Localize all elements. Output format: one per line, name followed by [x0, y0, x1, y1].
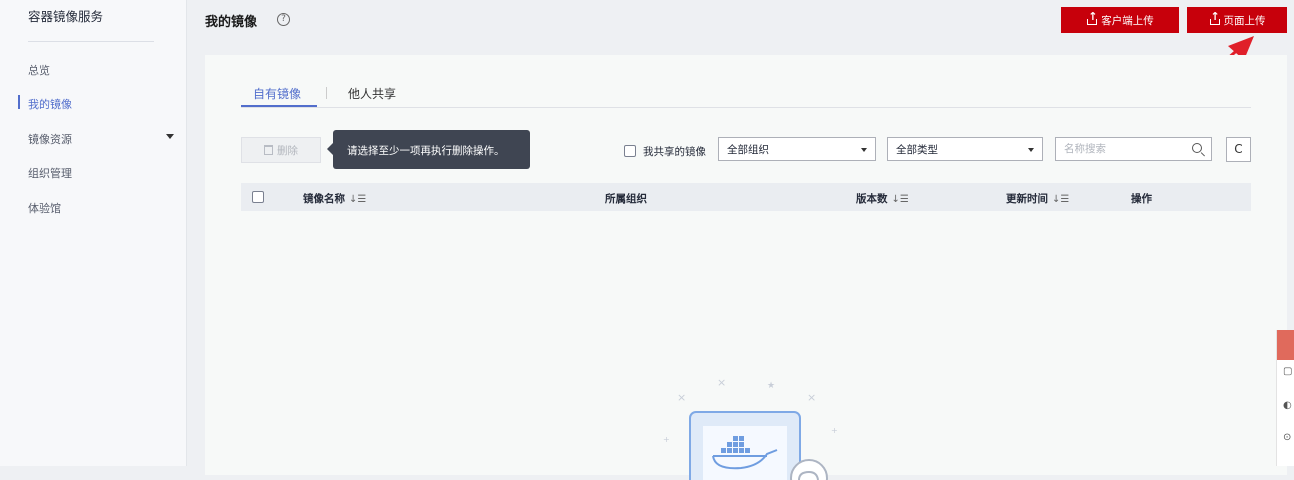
delete-label: 删除: [277, 144, 298, 157]
svg-text:×: ×: [677, 391, 686, 404]
tab-shared-images[interactable]: 他人共享: [348, 85, 396, 102]
sidebar-item-org-management[interactable]: 组织管理: [28, 165, 72, 181]
empty-state-docker-illustration: × × ★ × + +: [663, 376, 838, 480]
active-indicator: [18, 95, 20, 109]
service-title: 容器镜像服务: [28, 9, 104, 24]
chevron-down-icon[interactable]: [166, 134, 174, 139]
upload-icon: [1086, 10, 1098, 26]
type-select[interactable]: 全部类型: [887, 137, 1043, 161]
column-organization: 所属组织: [605, 193, 647, 205]
feedback-icon[interactable]: [1277, 330, 1294, 360]
select-all-checkbox[interactable]: [252, 191, 264, 203]
org-select-value: 全部组织: [727, 144, 769, 156]
delete-tooltip: 请选择至少一项再执行删除操作。: [327, 130, 530, 169]
help-icon[interactable]: ?: [277, 13, 290, 26]
chevron-down-icon: [1028, 148, 1034, 152]
svg-text:★: ★: [767, 381, 775, 391]
chevron-down-icon: [861, 148, 867, 152]
client-upload-label: 客户端上传: [1101, 14, 1154, 27]
chat-icon[interactable]: ◐: [1283, 400, 1292, 411]
sidebar-item-experience-hall[interactable]: 体验馆: [28, 200, 61, 216]
svg-text:×: ×: [717, 376, 726, 389]
svg-text:+: +: [663, 435, 670, 444]
floating-toolbar: ▢ ◐ ⊙: [1276, 330, 1294, 466]
main-panel: 自有镜像 他人共享 删除 请选择至少一项再执行删除操作。 我共享的镜像 全部组织…: [205, 55, 1287, 480]
page-upload-label: 页面上传: [1223, 14, 1266, 27]
tabs-divider: [241, 107, 1251, 108]
shared-filter-label: 我共享的镜像: [643, 146, 706, 158]
column-actions: 操作: [1131, 193, 1152, 205]
delete-button[interactable]: 删除: [241, 137, 321, 163]
org-select[interactable]: 全部组织: [718, 137, 876, 161]
sidebar: 容器镜像服务 总览 我的镜像 镜像资源 组织管理 体验馆: [0, 0, 187, 466]
tab-separator: [326, 87, 327, 99]
sort-icon[interactable]: ↓☰: [1052, 194, 1069, 205]
upload-icon: [1209, 10, 1221, 26]
refresh-button[interactable]: C: [1226, 137, 1251, 162]
search-icon[interactable]: [1192, 143, 1202, 153]
table-header: 镜像名称 ↓☰ 所属组织 版本数 ↓☰ 更新时间 ↓☰ 操作: [241, 183, 1251, 211]
sidebar-item-overview[interactable]: 总览: [28, 62, 50, 78]
type-select-value: 全部类型: [896, 144, 938, 156]
svg-text:×: ×: [807, 391, 816, 404]
column-version-count[interactable]: 版本数 ↓☰: [856, 191, 909, 206]
svg-text:+: +: [831, 426, 838, 435]
sort-icon[interactable]: ↓☰: [892, 194, 909, 205]
shared-filter-checkbox[interactable]: [624, 145, 636, 157]
sort-icon[interactable]: ↓☰: [349, 194, 366, 205]
document-icon[interactable]: ▢: [1283, 366, 1292, 377]
search-box[interactable]: [1055, 137, 1212, 161]
trash-icon: [264, 145, 273, 155]
sidebar-divider: [28, 41, 154, 42]
column-update-time[interactable]: 更新时间 ↓☰: [1006, 191, 1069, 206]
column-image-name[interactable]: 镜像名称 ↓☰: [303, 191, 366, 206]
tab-own-images[interactable]: 自有镜像: [253, 85, 301, 102]
sidebar-item-my-images[interactable]: 我的镜像: [28, 96, 72, 112]
page-title: 我的镜像: [205, 15, 258, 30]
help-circle-icon[interactable]: ⊙: [1283, 432, 1291, 443]
search-input[interactable]: [1064, 139, 1184, 159]
sidebar-item-image-resources[interactable]: 镜像资源: [28, 131, 72, 147]
